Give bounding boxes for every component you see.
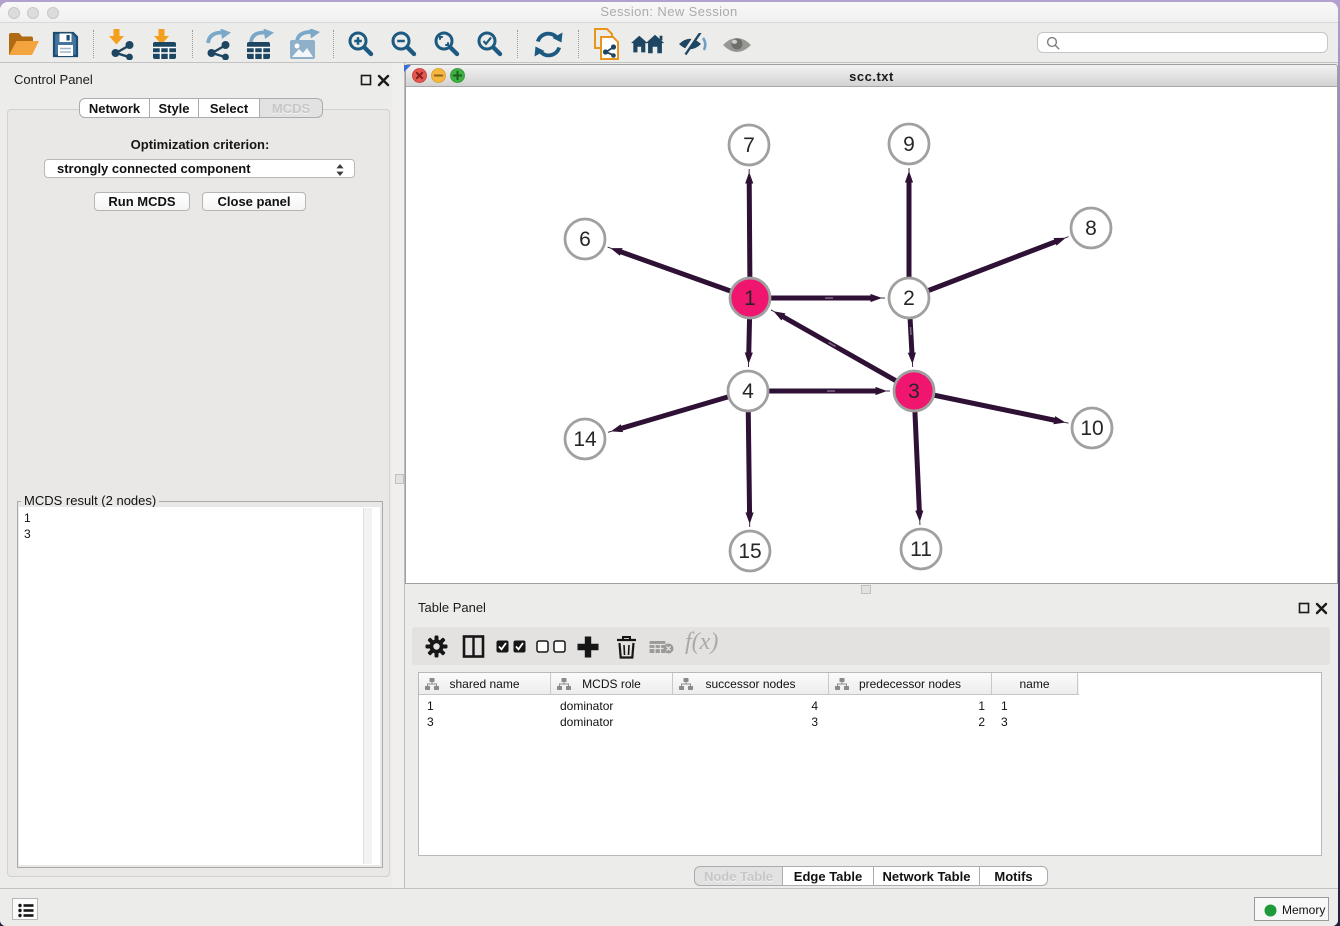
- svg-text:7: 7: [743, 134, 755, 157]
- svg-text:2: 2: [903, 287, 915, 310]
- svg-text:14: 14: [573, 428, 597, 451]
- svg-text:3: 3: [908, 380, 920, 403]
- svg-text:10: 10: [1080, 417, 1103, 440]
- svg-text:9: 9: [903, 133, 915, 156]
- svg-text:1: 1: [744, 287, 756, 310]
- svg-text:6: 6: [579, 228, 591, 251]
- svg-text:4: 4: [742, 380, 754, 403]
- svg-text:11: 11: [910, 538, 932, 561]
- svg-text:15: 15: [738, 540, 761, 563]
- svg-text:8: 8: [1085, 217, 1097, 240]
